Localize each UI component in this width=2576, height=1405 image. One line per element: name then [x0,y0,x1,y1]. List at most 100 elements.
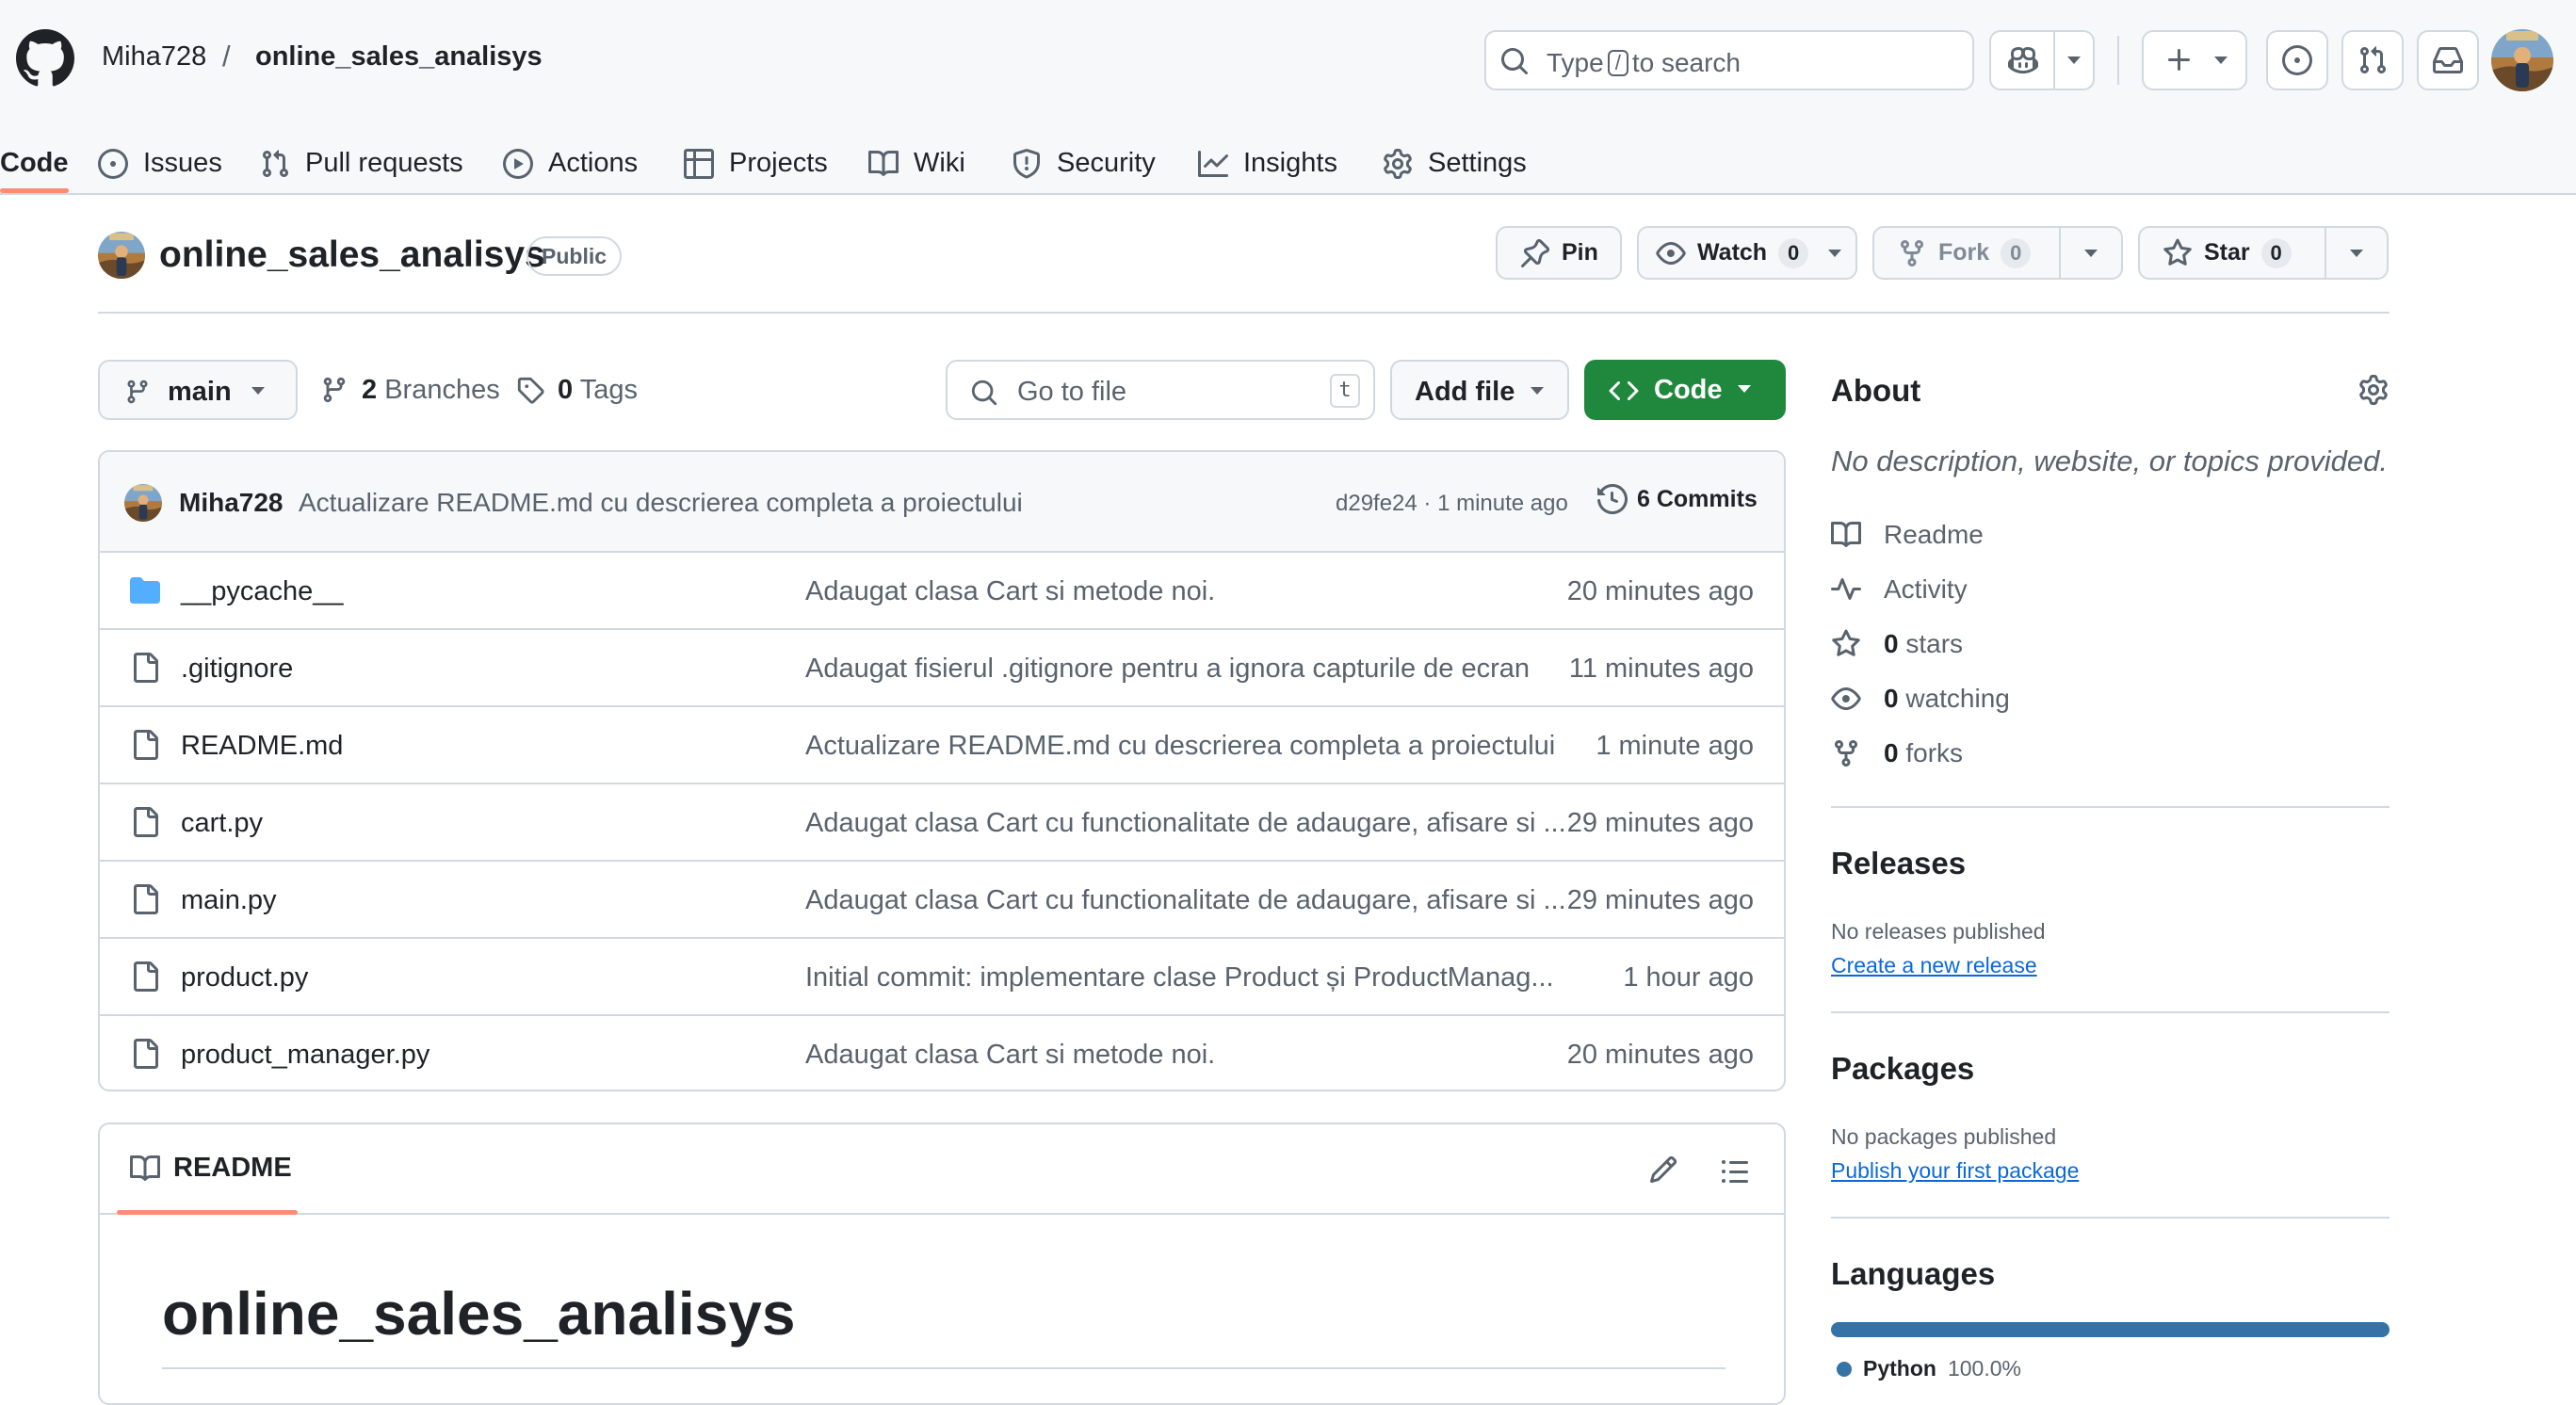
inbox-icon [2433,47,2463,73]
file-commit-message[interactable]: Adaugat clasa Cart si metode noi. [805,1040,1215,1071]
fork-count: 0 [2001,237,2032,268]
file-row[interactable]: __pycache__ Adaugat clasa Cart si metode… [100,551,1784,628]
copilot-button[interactable] [1989,30,2095,90]
activity-link[interactable]: Activity [1831,574,1968,605]
repo-head-divider [98,312,2390,314]
tab-pull-requests[interactable]: Pull requests [260,132,463,195]
breadcrumb-repo[interactable]: online_sales_analisys [255,41,543,73]
list-unordered-icon[interactable] [1720,1156,1750,1187]
chevron-down-icon[interactable] [2083,249,2098,258]
file-row[interactable]: .gitignore Adaugat fisierul .gitignore p… [100,628,1784,705]
releases-heading[interactable]: Releases [1831,846,1966,881]
readme-header: README [100,1124,1784,1215]
add-file-button[interactable]: Add file [1390,360,1569,420]
branch-selector[interactable]: main [98,360,298,420]
commits-history-link[interactable]: 6 Commits [1597,484,1758,514]
packages-empty: No packages published [1831,1124,2057,1149]
tab-projects[interactable]: Projects [684,132,828,195]
file-commit-message[interactable]: Adaugat clasa Cart cu functionalitate de… [805,808,1566,839]
file-icon [134,961,158,992]
star-icon [2163,238,2192,266]
file-row[interactable]: cart.py Adaugat clasa Cart cu functional… [100,783,1784,860]
github-logo-icon[interactable] [16,29,74,88]
repo-forked-icon [1901,239,1923,266]
publish-package-link[interactable]: Publish your first package [1831,1158,2079,1184]
forks-link[interactable]: 0 forks [1831,738,1963,768]
commit-message[interactable]: Actualizare README.md cu descrierea comp… [299,488,1023,518]
repo-forked-icon [1835,740,1857,767]
search-icon [971,380,997,406]
go-to-file-input[interactable]: Go to file t [946,360,1375,420]
book-icon [868,150,899,176]
file-name[interactable]: product_manager.py [181,1040,429,1071]
visibility-badge: Public [527,236,623,276]
breadcrumb-owner[interactable]: Miha728 [102,41,206,73]
inbox-button[interactable] [2417,30,2479,90]
language-color-dot [1837,1361,1852,1377]
file-name[interactable]: cart.py [181,808,263,839]
file-commit-message[interactable]: Actualizare README.md cu descrierea comp… [805,731,1555,762]
tab-code[interactable]: Code [0,132,69,195]
star-button[interactable]: Star 0 [2138,226,2389,280]
file-row[interactable]: README.md Actualizare README.md cu descr… [100,705,1784,783]
eye-icon [1831,687,1861,710]
pulse-icon [1831,578,1861,600]
tags-link[interactable]: 0 Tags [516,360,638,420]
user-avatar[interactable] [2491,29,2553,91]
commit-author[interactable]: Miha728 [179,488,284,518]
breadcrumb-separator: / [222,40,231,73]
global-search-input[interactable]: Type / to search [1484,30,1974,90]
file-commit-message[interactable]: Adaugat clasa Cart si metode noi. [805,576,1215,607]
branches-link[interactable]: 2 Branches [320,360,500,420]
file-name[interactable]: README.md [181,731,343,762]
watching-link[interactable]: 0 watching [1831,684,2010,714]
header-divider [2117,36,2119,85]
chevron-down-icon [1828,250,1841,257]
readme-link[interactable]: Readme [1831,520,1984,550]
file-row[interactable]: product.py Initial commit: implementare … [100,937,1784,1014]
git-branch-icon [323,377,346,403]
readme-title-divider [162,1367,1725,1369]
git-branch-icon [127,380,148,404]
active-tab-indicator [0,188,69,193]
file-row[interactable]: product_manager.py Adaugat clasa Cart si… [100,1014,1784,1090]
tab-issues[interactable]: Issues [98,132,222,195]
pull-request-icon [2359,46,2387,74]
commit-sha-time[interactable]: d29fe24 · 1 minute ago [1336,491,1568,517]
code-button[interactable]: Code [1584,360,1786,420]
chevron-down-icon[interactable] [2349,249,2364,258]
pull-requests-button[interactable] [2341,30,2404,90]
chevron-down-icon [1531,387,1544,395]
pin-button[interactable]: Pin [1496,226,1622,280]
create-new-button[interactable] [2142,30,2247,90]
issues-button[interactable] [2266,30,2328,90]
tab-settings[interactable]: Settings [1383,132,1527,195]
gear-icon[interactable] [2358,375,2389,405]
tab-security[interactable]: Security [1012,132,1156,195]
tab-actions[interactable]: Actions [503,132,638,195]
file-age: 1 hour ago [1623,962,1754,993]
file-commit-message[interactable]: Adaugat clasa Cart cu functionalitate de… [805,885,1566,916]
file-icon [134,807,158,837]
file-name[interactable]: .gitignore [181,654,293,685]
file-commit-message[interactable]: Adaugat fisierul .gitignore pentru a ign… [805,654,1530,685]
stars-link[interactable]: 0 stars [1831,629,1963,659]
tab-wiki[interactable]: Wiki [868,132,965,195]
file-name[interactable]: product.py [181,962,308,993]
file-commit-message[interactable]: Initial commit: implementare clase Produ… [805,962,1554,993]
packages-heading[interactable]: Packages [1831,1051,1974,1087]
file-name[interactable]: __pycache__ [181,576,344,607]
commit-author-avatar[interactable] [124,484,162,522]
watch-button[interactable]: Watch 0 [1637,226,1857,280]
file-name[interactable]: main.py [181,885,277,916]
search-icon [1499,46,1530,76]
pencil-icon[interactable] [1648,1155,1678,1185]
repo-title[interactable]: online_sales_analisys [159,234,545,276]
tab-insights[interactable]: Insights [1198,132,1337,195]
create-release-link[interactable]: Create a new release [1831,953,2037,978]
owner-avatar[interactable] [98,232,145,279]
chevron-down-icon[interactable] [2066,56,2082,65]
fork-button[interactable]: Fork 0 [1872,226,2123,280]
file-row[interactable]: main.py Adaugat clasa Cart cu functional… [100,860,1784,937]
readme-tab[interactable]: README [130,1153,292,1184]
